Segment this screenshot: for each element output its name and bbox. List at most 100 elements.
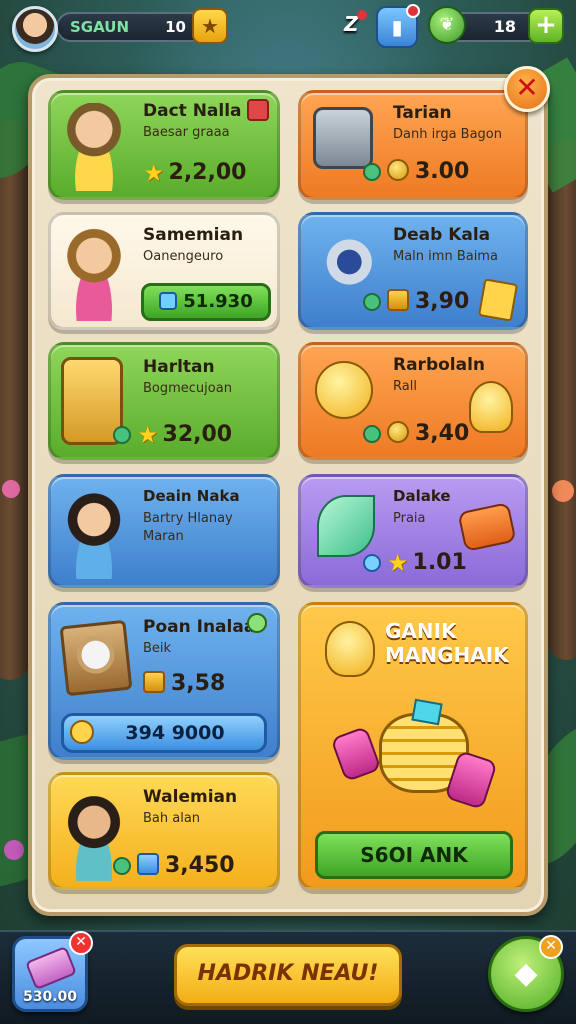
shop-card[interactable]: Deab Kala Maln imn Baima 3,90 (298, 212, 528, 330)
price-value: 3.00 (415, 159, 470, 184)
price-value: 3,90 (415, 289, 470, 314)
shop-card[interactable]: Tarian Danh irga Bagon 3.00 (298, 90, 528, 200)
flower (4, 840, 24, 860)
card-subtitle: Praia (393, 511, 426, 526)
quest-book-button[interactable]: ▮ (376, 4, 420, 48)
shop-card[interactable]: Rarbolaln Rall 3,40 (298, 342, 528, 460)
card-subtitle: Oanengeuro (143, 249, 224, 264)
shop-card[interactable]: Dalake Praia ★ 1.01 (298, 474, 528, 588)
leaf-gem-icon: ❦ (428, 6, 466, 44)
price-value: 32,00 (162, 422, 233, 447)
buy-button[interactable]: 51.930 (141, 283, 271, 321)
card-price: 3,90 (363, 289, 469, 314)
card-subtitle: Bah alan (143, 811, 201, 826)
card-title: Harltan (143, 357, 215, 377)
eraser-value: 530.00 (22, 989, 78, 1005)
box-icon (137, 853, 159, 875)
promo-buy-button[interactable]: S6OI ANK (315, 831, 513, 879)
plus-icon: + (535, 10, 557, 40)
flower (2, 480, 20, 498)
promo-bulb-icon (325, 621, 375, 677)
hire-button[interactable]: HADRIK NEAU! (174, 944, 402, 1006)
shop-card[interactable]: Dact Nalla Baesar graaa ★ 2,2,00 (48, 90, 280, 200)
sleep-indicator[interactable]: Z (344, 10, 367, 36)
book-icon: ▮ (391, 15, 403, 39)
star-icon: ★ (201, 14, 219, 38)
bulb-item-image (315, 361, 373, 419)
tree-trunk-left (0, 120, 30, 680)
gem-icon (411, 698, 443, 726)
price-value: 2,2,00 (168, 160, 247, 185)
player-name: SGAUN (70, 18, 129, 36)
hire-label: HADRIK NEAU! (197, 961, 379, 986)
gem-count: 18 (493, 17, 516, 36)
character-portrait (61, 103, 127, 191)
promo-button-label: S6OI ANK (360, 843, 468, 867)
top-bar: SGAUN 10 ★ Z ▮ 18 ❦ + (0, 0, 576, 60)
star-icon: ★ (143, 159, 165, 187)
card-subtitle: Maln imn Baima (393, 249, 498, 264)
card-subtitle: Rall (393, 379, 417, 394)
card-price: ★ 32,00 (113, 421, 232, 449)
eraser-icon (24, 945, 78, 991)
character-portrait (61, 225, 127, 321)
close-icon[interactable]: ✕ (539, 935, 563, 959)
notification-dot (356, 10, 367, 20)
lamp-icon (469, 381, 513, 433)
close-icon[interactable]: ✕ (69, 931, 93, 955)
card-title: Poan Inalaa (143, 617, 256, 637)
card-title: Dalake (393, 487, 451, 505)
eraser-item-button[interactable]: 530.00 ✕ (12, 931, 93, 1012)
player-avatar[interactable] (12, 6, 58, 52)
box-icon (143, 671, 165, 693)
promo-card[interactable]: GANIK MANGHAIK S6OI ANK (298, 602, 528, 890)
card-price: 3.00 (363, 159, 469, 184)
add-gems-button[interactable]: + (528, 8, 564, 44)
card-subtitle: Bogmecujoan (143, 381, 232, 396)
gem-shop-button[interactable]: ◆ ✕ (488, 935, 564, 1012)
camera-item-image (313, 233, 379, 291)
shop-card[interactable]: Harltan Bogmecujoan ★ 32,00 (48, 342, 280, 460)
flower (552, 480, 574, 502)
key-icon (70, 720, 94, 744)
card-title: Deab Kala (393, 225, 491, 245)
progress-bar-button[interactable]: 394 9000 (61, 713, 267, 753)
card-title: Tarian (393, 103, 452, 123)
gift-icon (247, 99, 269, 121)
boost-icon (363, 293, 381, 311)
crystal-icon: ◆ (514, 956, 538, 991)
card-price: 3,58 (143, 671, 225, 696)
potion-icon (330, 725, 382, 783)
close-button[interactable]: ✕ (504, 66, 550, 112)
star-bonus-button[interactable]: ★ (192, 8, 228, 44)
spray-can-icon (457, 502, 517, 552)
note-icon (477, 278, 519, 322)
shop-card[interactable]: Walemian Bah alan 3,450 (48, 772, 280, 890)
player-name-pill: SGAUN 10 (56, 12, 206, 42)
shop-card[interactable]: Poan Inalaa Beik 3,58 394 9000 (48, 602, 280, 760)
bar-value: 394 9000 (125, 722, 225, 744)
card-title: Walemian (143, 787, 238, 807)
promo-title-line2: MANGHAIK (385, 643, 509, 667)
card-subtitle: Danh irga Bagon (393, 127, 502, 142)
price-value: 3,450 (165, 853, 235, 878)
promo-title-line1: GANIK (385, 619, 457, 643)
boost-icon (363, 163, 381, 181)
price-value: 1.01 (412, 550, 467, 575)
card-price: ★ 2,2,00 (143, 159, 246, 187)
shop-card[interactable]: Samemian Oanengeuro 51.930 (48, 212, 280, 330)
shop-card[interactable]: Deain Naka Bartry Hlanay Maran (48, 474, 280, 588)
star-icon: ★ (137, 421, 159, 449)
ticket-icon (159, 292, 178, 310)
box-icon (387, 289, 409, 311)
boost-icon (113, 857, 131, 875)
bolt-icon (247, 613, 267, 633)
pet-portrait (59, 619, 133, 697)
card-subtitle: Beik (143, 641, 172, 656)
card-title: Dact Nalla (143, 101, 242, 121)
coin-icon (387, 159, 409, 181)
close-icon: ✕ (515, 71, 539, 104)
notification-badge (406, 4, 420, 18)
card-subtitle-2: Maran (143, 529, 184, 544)
card-price: 3,450 (113, 853, 235, 878)
